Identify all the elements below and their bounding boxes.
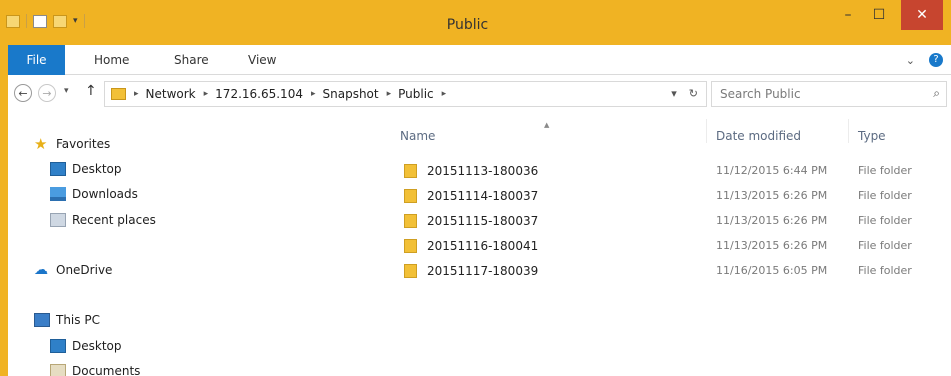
address-bar[interactable]: ▸ Network ▸ 172.16.65.104 ▸ Snapshot ▸ Publi…	[104, 81, 707, 107]
column-header-type[interactable]: Type	[858, 129, 886, 143]
folder-icon	[404, 213, 417, 228]
ribbon-controls: ⌄ ?	[906, 53, 943, 67]
nav-onedrive[interactable]: ☁ OneDrive	[34, 263, 112, 277]
ribbon: File Home Share View ⌄ ?	[8, 45, 951, 75]
history-dropdown-icon[interactable]: ▾	[671, 87, 677, 100]
file-type: File folder	[858, 164, 912, 177]
nav-favorites[interactable]: ★ Favorites	[34, 135, 110, 153]
cloud-icon: ☁	[34, 262, 48, 278]
file-date: 11/16/2015 6:05 PM	[716, 264, 828, 277]
file-date: 11/13/2015 6:26 PM	[716, 214, 828, 227]
file-name: 20151113-180036	[427, 163, 539, 178]
file-date: 11/13/2015 6:26 PM	[716, 189, 828, 202]
breadcrumb-item[interactable]: ▸ Network	[134, 87, 196, 101]
address-tools: ▾ ↻	[671, 87, 698, 100]
file-date: 11/12/2015 6:44 PM	[716, 164, 828, 177]
file-date: 11/13/2015 6:26 PM	[716, 239, 828, 252]
search-input[interactable]: Search Public ⌕	[711, 81, 947, 107]
table-row[interactable]: 20151114-180037 11/13/2015 6:26 PM File …	[404, 183, 951, 208]
table-row[interactable]: 20151116-180041 11/13/2015 6:26 PM File …	[404, 233, 951, 258]
address-row: ← → ▾ ↑ ▸ Network ▸ 172.16.65.104 ▸ Snapsho…	[8, 75, 951, 113]
nav-pc-desktop[interactable]: Desktop	[50, 339, 122, 353]
file-name: 20151115-180037	[427, 213, 539, 228]
folder-icon	[404, 238, 417, 253]
tab-share[interactable]: Share	[174, 45, 209, 75]
downloads-icon	[50, 187, 66, 201]
nav-favorites-desktop[interactable]: Desktop	[50, 162, 122, 176]
nav-this-pc[interactable]: This PC	[34, 313, 100, 327]
file-list: ▲ Name Date modified Type 20151113-18003…	[380, 113, 951, 376]
navigation-pane: ★ Favorites Desktop Downloads Recent pla…	[8, 113, 380, 376]
help-icon[interactable]: ?	[929, 53, 943, 67]
desktop-icon	[50, 339, 66, 353]
breadcrumb-item[interactable]: ▸ Snapshot	[311, 87, 379, 101]
computer-icon	[34, 313, 50, 327]
table-row[interactable]: 20151117-180039 11/16/2015 6:05 PM File …	[404, 258, 951, 283]
file-type: File folder	[858, 214, 912, 227]
tab-view[interactable]: View	[248, 45, 276, 75]
table-row[interactable]: 20151115-180037 11/13/2015 6:26 PM File …	[404, 208, 951, 233]
breadcrumb-more[interactable]: ▸	[442, 89, 454, 99]
column-header-date[interactable]: Date modified	[716, 129, 801, 143]
folder-icon	[404, 263, 417, 278]
folder-icon	[404, 163, 417, 178]
file-type: File folder	[858, 239, 912, 252]
back-button[interactable]: ←	[14, 84, 32, 102]
up-button[interactable]: ↑	[85, 83, 97, 99]
sort-ascending-icon: ▲	[544, 121, 550, 129]
recent-locations-icon[interactable]: ▾	[64, 86, 69, 96]
file-name: 20151117-180039	[427, 263, 539, 278]
recent-places-icon	[50, 213, 66, 227]
search-icon[interactable]: ⌕	[933, 86, 940, 101]
folder-icon	[404, 188, 417, 203]
refresh-icon[interactable]: ↻	[689, 87, 698, 100]
expand-ribbon-icon[interactable]: ⌄	[906, 54, 915, 67]
star-icon: ★	[34, 135, 48, 153]
file-type: File folder	[858, 189, 912, 202]
forward-button[interactable]: →	[38, 84, 56, 102]
tab-file[interactable]: File	[8, 45, 65, 75]
column-divider[interactable]	[848, 119, 849, 143]
desktop-icon	[50, 162, 66, 176]
nav-favorites-recent[interactable]: Recent places	[50, 213, 156, 227]
file-name: 20151114-180037	[427, 188, 539, 203]
column-header-name[interactable]: Name	[400, 129, 435, 143]
column-divider[interactable]	[706, 119, 707, 143]
tab-home[interactable]: Home	[94, 45, 129, 75]
nav-favorites-downloads[interactable]: Downloads	[50, 187, 138, 201]
search-placeholder: Search Public	[720, 87, 801, 101]
folder-icon	[111, 88, 126, 100]
nav-pc-documents[interactable]: Documents	[50, 364, 140, 376]
table-row[interactable]: 20151113-180036 11/12/2015 6:44 PM File …	[404, 158, 951, 183]
breadcrumb-item[interactable]: ▸ 172.16.65.104	[204, 87, 303, 101]
documents-icon	[50, 364, 66, 376]
breadcrumb-item[interactable]: ▸ Public	[387, 87, 434, 101]
file-type: File folder	[858, 264, 912, 277]
file-name: 20151116-180041	[427, 238, 539, 253]
